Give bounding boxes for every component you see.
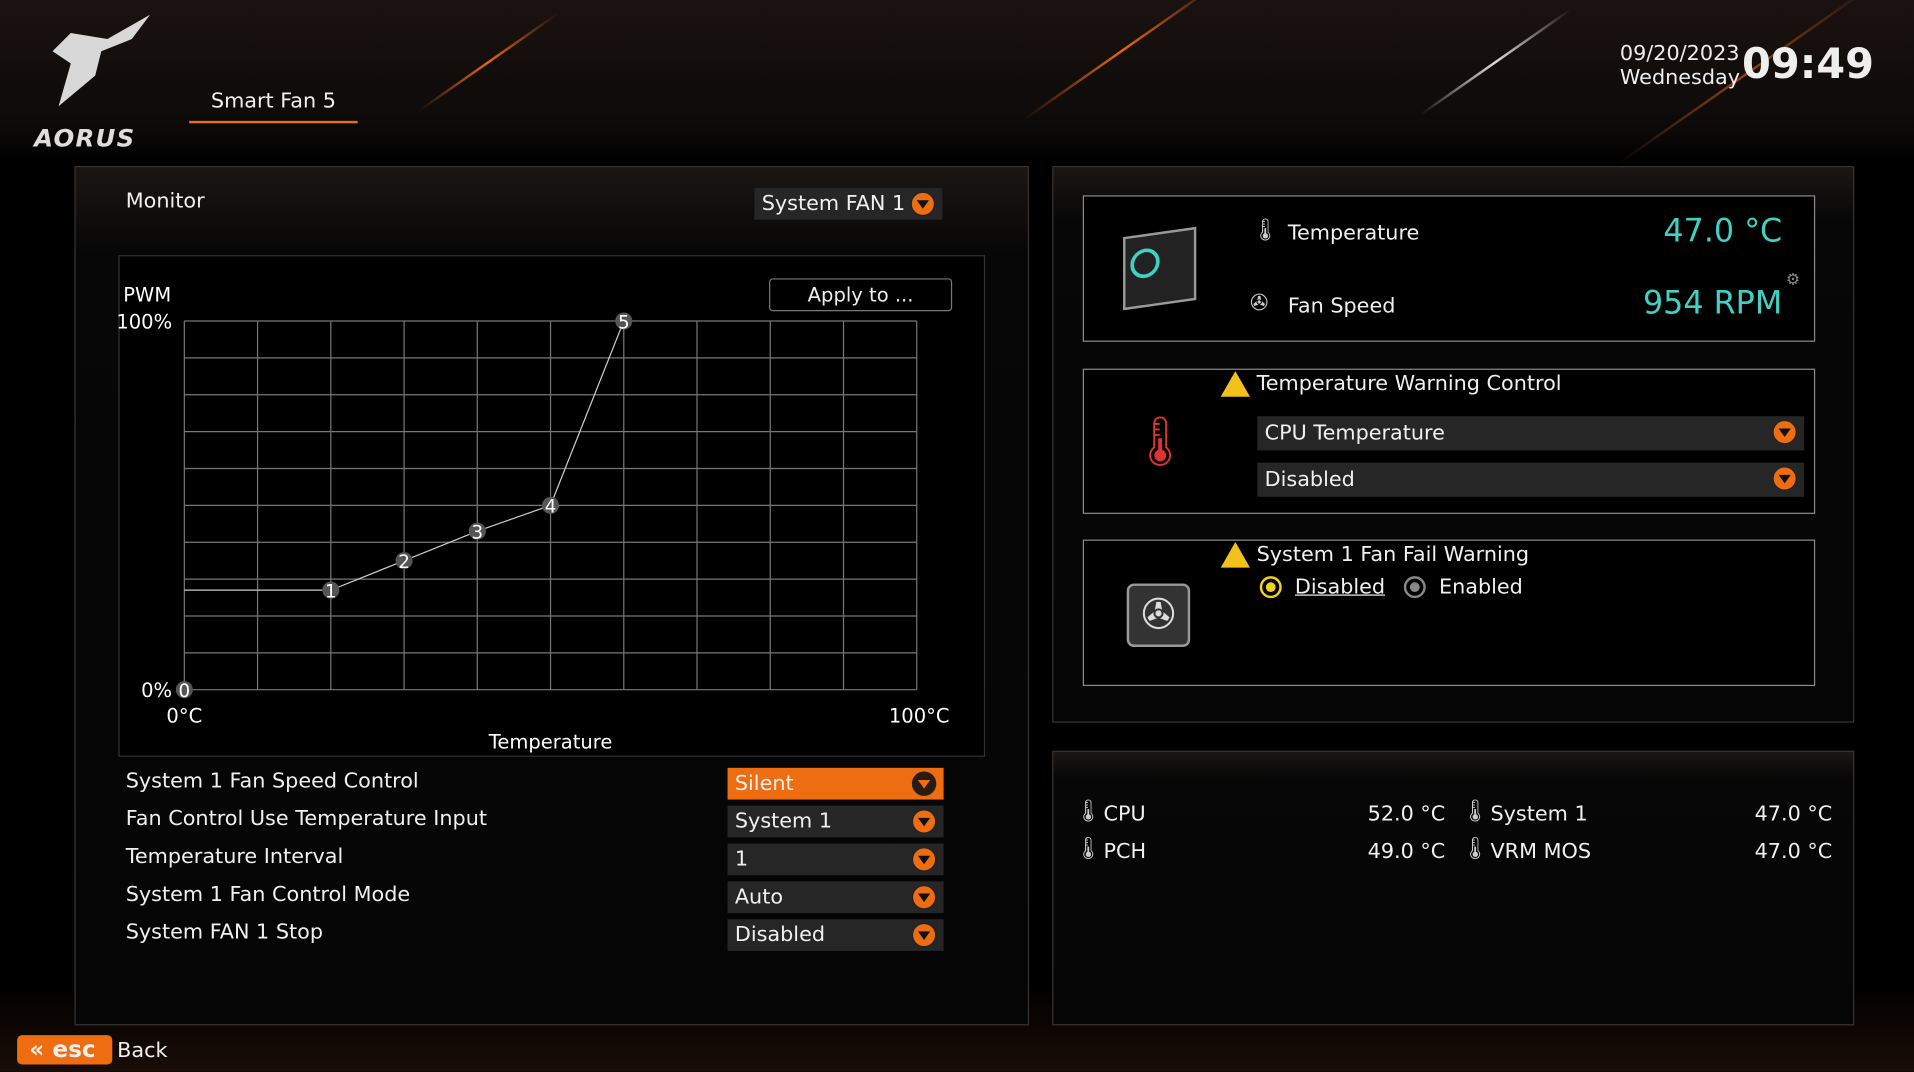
chevron-down-icon	[911, 809, 937, 834]
sensor-value: 49.0 °C	[1367, 839, 1446, 865]
setting-dropdown[interactable]: Auto	[727, 881, 944, 914]
fan-fail-enabled-radio[interactable]: Enabled	[1403, 575, 1523, 599]
chevron-down-icon	[911, 885, 937, 910]
x-tick-label: 100°C	[889, 705, 950, 728]
thermometer-icon: 🌡	[1074, 836, 1103, 862]
y-tick-label: 0%	[141, 679, 172, 702]
thermometer-waves-icon: 🌡	[1129, 413, 1192, 470]
sensor-label: VRM MOS	[1490, 839, 1592, 865]
chevron-down-icon	[911, 922, 937, 948]
aorus-logo: AORUS	[34, 14, 156, 153]
x-tick-label: 0°C	[166, 705, 202, 728]
setting-dropdown[interactable]: Disabled	[727, 919, 944, 951]
thermometer-icon: 🌡	[1461, 836, 1490, 862]
setting-label: Temperature Interval	[125, 844, 344, 870]
curve-point-label: 2	[398, 552, 410, 573]
setting-label: Fan Control Use Temperature Input	[125, 806, 488, 832]
setting-dropdown[interactable]: Silent	[727, 767, 944, 800]
curve-point-label: 0	[178, 681, 190, 702]
setting-label: System FAN 1 Stop	[125, 920, 324, 945]
chevron-down-icon	[1772, 419, 1797, 445]
y-tick-label: 100%	[118, 310, 172, 333]
sensor-label: CPU	[1103, 801, 1146, 827]
x-axis-label: Temperature	[488, 730, 613, 753]
fan-fail-disabled-radio[interactable]: Disabled	[1259, 575, 1385, 599]
chevron-down-icon	[911, 771, 937, 796]
chevron-down-icon	[1772, 466, 1797, 491]
fan-curve-chart[interactable]: 0 1 2 3 4 5 PWM 100% 0% 0°C 100°C Temperature	[118, 255, 982, 754]
esc-button[interactable]: « esc	[17, 1035, 113, 1065]
temperature-value: 47.0 °C	[1663, 213, 1783, 251]
setting-label: System 1 Fan Speed Control	[125, 769, 419, 794]
monitor-label: Monitor	[125, 189, 205, 214]
temp-warning-title: Temperature Warning Control	[1256, 371, 1562, 397]
sensor-label: PCH	[1103, 839, 1147, 865]
date: 09/20/2023	[1619, 41, 1740, 66]
chevron-down-icon	[910, 191, 936, 217]
sensor-value: 52.0 °C	[1367, 801, 1446, 827]
fan-speed-label: Fan Speed	[1287, 294, 1396, 319]
back-label: Back	[117, 1038, 168, 1064]
sensor-label: System 1	[1490, 801, 1588, 827]
fan-icon: ✇	[1249, 290, 1269, 317]
y-axis-label: PWM	[123, 284, 171, 307]
sensor-value: 47.0 °C	[1754, 801, 1833, 827]
tab-smart-fan-5[interactable]: Smart Fan 5	[189, 89, 358, 124]
pc-case-icon	[1123, 226, 1197, 311]
curve-point-label: 3	[471, 522, 483, 543]
sensors-panel	[1052, 750, 1855, 1026]
thermometer-icon: 🌡	[1074, 798, 1103, 824]
fan-fail-title: System 1 Fan Fail Warning	[1256, 542, 1530, 568]
clock: 09:49	[1741, 40, 1875, 90]
logo-text: AORUS	[34, 123, 136, 153]
temp-source-dropdown[interactable]: CPU Temperature	[1257, 416, 1805, 451]
warning-icon	[1220, 541, 1250, 568]
curve-point-label: 4	[545, 497, 557, 518]
warning-icon	[1220, 371, 1250, 397]
chevron-down-icon	[911, 847, 937, 872]
temp-warning-dropdown[interactable]: Disabled	[1257, 462, 1805, 497]
weekday: Wednesday	[1619, 65, 1741, 91]
sensor-value: 47.0 °C	[1754, 839, 1833, 865]
temperature-label: Temperature	[1287, 220, 1420, 246]
settings-gear-icon[interactable]: ⚙	[1786, 271, 1800, 289]
curve-point-label: 1	[325, 581, 337, 602]
setting-dropdown[interactable]: 1	[727, 843, 944, 876]
thermometer-icon: 🌡	[1251, 217, 1280, 243]
fan-icon: ✇	[1126, 583, 1191, 647]
setting-label: System 1 Fan Control Mode	[125, 882, 411, 907]
thermometer-icon: 🌡	[1461, 798, 1490, 824]
fan-speed-value: 954 RPM	[1642, 285, 1783, 323]
setting-dropdown[interactable]: System 1	[727, 805, 944, 838]
curve-point-label: 5	[618, 312, 630, 333]
fan-select-dropdown[interactable]: System FAN 1	[754, 187, 943, 220]
